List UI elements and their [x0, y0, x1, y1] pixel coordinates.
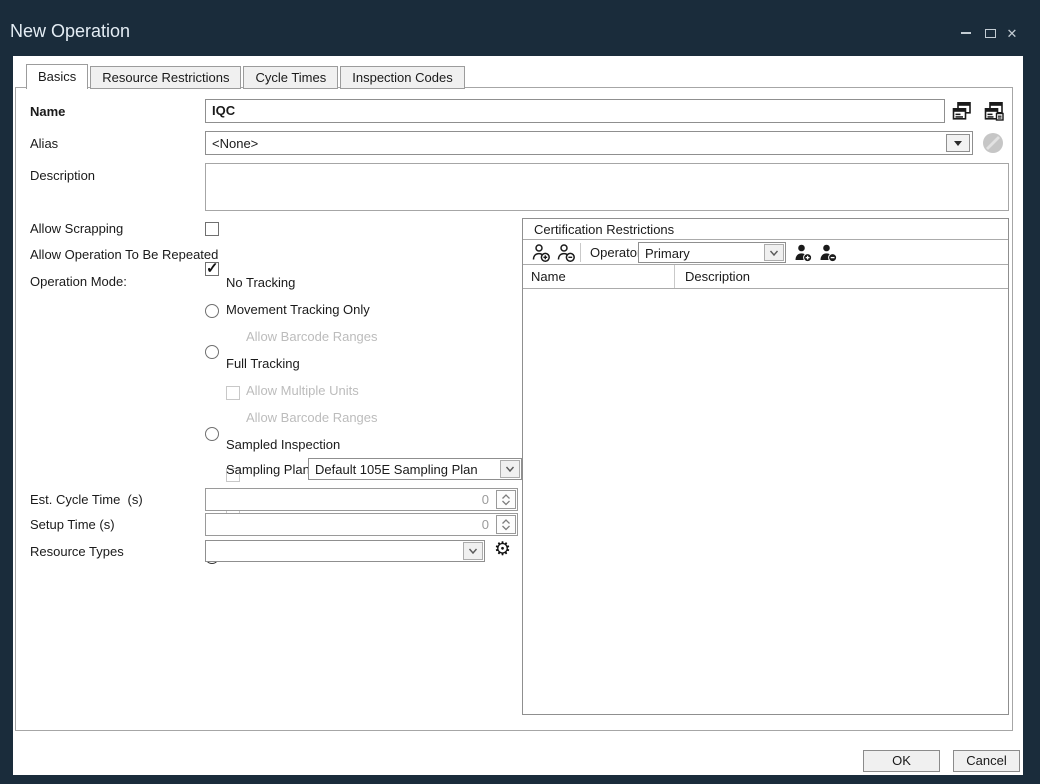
operator-dropdown-button[interactable]: [764, 244, 784, 261]
resource-types-dropdown-button[interactable]: [463, 542, 483, 560]
alias-combobox[interactable]: <None>: [205, 131, 973, 155]
close-button[interactable]: ✕: [1003, 24, 1021, 42]
spinner-down-icon: [501, 500, 511, 506]
spinner-down-icon: [501, 525, 511, 531]
chevron-down-icon: [467, 545, 479, 557]
translations-edit-icon: [983, 100, 1005, 122]
allow-repeat-label: Allow Operation To Be Repeated: [30, 247, 218, 262]
full-allow-barcode-label: Allow Barcode Ranges: [246, 410, 378, 425]
setup-time-label: Setup Time (s): [30, 517, 115, 532]
est-cycle-time-input[interactable]: 0: [205, 488, 518, 511]
allow-scrapping-label: Allow Scrapping: [30, 221, 123, 236]
radio-full-tracking-label: Full Tracking: [226, 356, 300, 371]
alias-clear-button-disabled: [982, 132, 1004, 157]
maximize-icon: [985, 29, 996, 38]
est-cycle-time-label: Est. Cycle Time (s): [30, 492, 143, 507]
localized-name-edit-button[interactable]: [983, 100, 1003, 120]
cancel-button[interactable]: Cancel: [953, 750, 1020, 772]
tab-cycle-times[interactable]: Cycle Times: [243, 66, 338, 89]
ok-button[interactable]: OK: [863, 750, 940, 772]
person-outline-add-icon: [531, 243, 551, 263]
resource-types-settings-button[interactable]: ⚙: [494, 540, 511, 559]
alias-dropdown-button[interactable]: [946, 134, 970, 152]
movement-allow-barcode-checkbox: [226, 386, 240, 400]
close-icon: ✕: [1007, 27, 1018, 40]
tab-basics[interactable]: Basics: [26, 64, 88, 89]
est-cycle-time-spinner[interactable]: [496, 490, 516, 509]
resource-types-label: Resource Types: [30, 544, 124, 559]
dropdown-arrow-icon: [954, 141, 962, 146]
radio-movement-tracking-label: Movement Tracking Only: [226, 302, 370, 317]
tab-resource-restrictions[interactable]: Resource Restrictions: [90, 66, 241, 89]
name-input[interactable]: IQC: [205, 99, 945, 123]
certification-restrictions-panel: Certification Restrictions Operator Prim…: [522, 218, 1009, 715]
sampling-plan-combobox[interactable]: Default 105E Sampling Plan: [308, 458, 522, 480]
full-allow-multiple-units-label: Allow Multiple Units: [246, 383, 359, 398]
window-title: New Operation: [10, 21, 130, 42]
remove-certification-button[interactable]: [556, 243, 576, 263]
certification-restrictions-title: Certification Restrictions: [523, 219, 1008, 240]
operator-combobox[interactable]: Primary: [638, 242, 786, 263]
resource-types-combobox[interactable]: [205, 540, 485, 562]
checkmark-icon: ✓: [206, 259, 219, 277]
radio-sampled-inspection-label: Sampled Inspection: [226, 437, 340, 452]
chevron-down-icon: [768, 247, 780, 259]
setup-time-input[interactable]: 0: [205, 513, 518, 536]
radio-full-tracking[interactable]: [205, 427, 219, 441]
allow-repeat-checkbox[interactable]: ✓: [205, 262, 219, 276]
gear-icon: ⚙: [494, 539, 511, 560]
sampling-plan-label: Sampling Plan:: [226, 462, 313, 477]
maximize-button[interactable]: [981, 24, 999, 42]
blocked-icon: [982, 132, 1004, 154]
radio-no-tracking[interactable]: [205, 304, 219, 318]
tab-inspection-codes[interactable]: Inspection Codes: [340, 66, 464, 89]
operation-mode-label: Operation Mode:: [30, 274, 127, 289]
movement-allow-barcode-label: Allow Barcode Ranges: [246, 329, 378, 344]
person-outline-remove-icon: [556, 243, 576, 263]
column-header-name[interactable]: Name: [523, 265, 675, 288]
localized-name-button[interactable]: [951, 100, 971, 120]
minimize-icon: [961, 32, 971, 34]
tab-strip: Basics Resource Restrictions Cycle Times…: [26, 64, 467, 89]
name-label: Name: [30, 104, 65, 119]
minimize-button[interactable]: [957, 24, 975, 42]
description-input[interactable]: [205, 163, 1009, 211]
description-label: Description: [30, 168, 95, 183]
translations-icon: [951, 100, 973, 122]
radio-no-tracking-label: No Tracking: [226, 275, 295, 290]
alias-label: Alias: [30, 136, 58, 151]
operator-label: Operator: [590, 245, 641, 260]
person-filled-remove-icon: [818, 243, 838, 263]
add-operator-button[interactable]: [793, 243, 813, 263]
add-certification-button[interactable]: [531, 243, 551, 263]
setup-time-spinner[interactable]: [496, 515, 516, 534]
certification-toolbar: Operator Primary: [523, 240, 1008, 265]
toolbar-divider: [580, 243, 581, 262]
allow-scrapping-checkbox[interactable]: [205, 222, 219, 236]
certification-table-header: Name Description: [523, 265, 1008, 289]
sampling-plan-dropdown-button[interactable]: [500, 460, 520, 478]
certification-table-body: [523, 289, 1008, 714]
chevron-down-icon: [504, 463, 516, 475]
remove-operator-button[interactable]: [818, 243, 838, 263]
radio-movement-tracking[interactable]: [205, 345, 219, 359]
column-header-description[interactable]: Description: [675, 265, 750, 288]
person-filled-add-icon: [793, 243, 813, 263]
